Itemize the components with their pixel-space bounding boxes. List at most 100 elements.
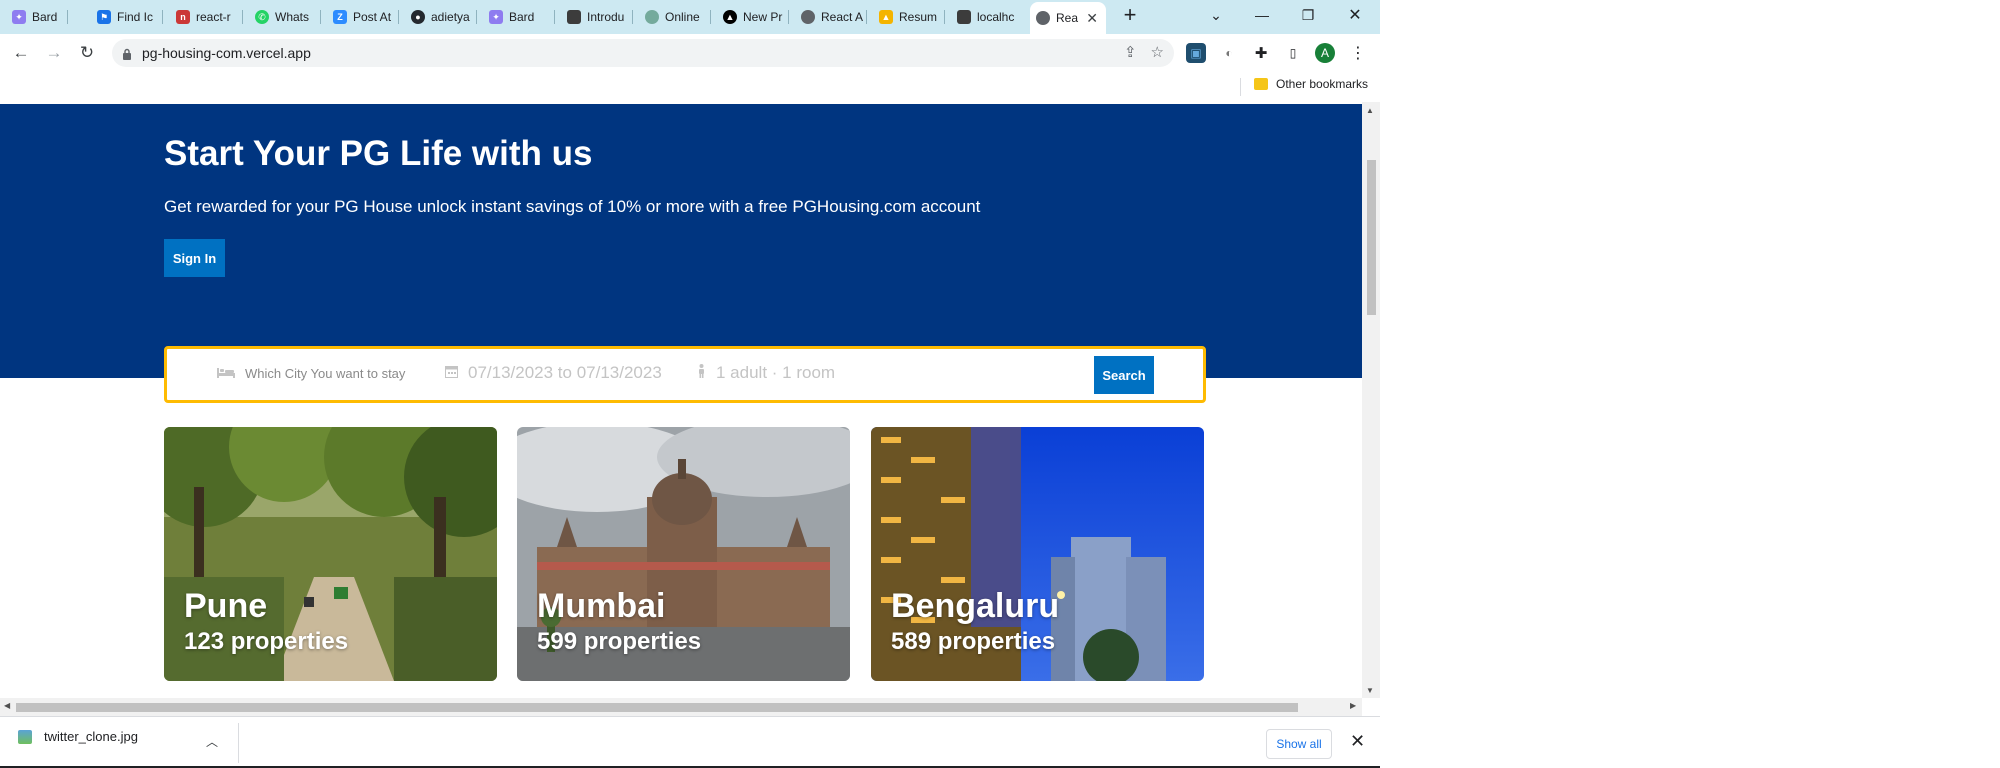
tab-resume[interactable]: ▲ Resum (873, 4, 945, 30)
scroll-down-icon[interactable]: ▼ (1366, 686, 1374, 695)
tab-online[interactable]: Online (639, 4, 711, 30)
extension-icon-2[interactable]: ◐ (1219, 43, 1239, 63)
calendar-icon (445, 365, 458, 382)
tab-label: React A (821, 10, 864, 24)
menu-kebab-icon[interactable]: ⋮ (1348, 43, 1368, 63)
globe-icon (801, 10, 815, 24)
folder-icon (1254, 78, 1268, 90)
chevron-up-icon[interactable]: ︿ (206, 733, 218, 750)
hero-banner: Start Your PG Life with us Get rewarded … (0, 104, 1362, 378)
restore-button[interactable]: ❐ (1286, 0, 1330, 30)
scroll-up-icon[interactable]: ▲ (1366, 106, 1374, 115)
drive-icon: ▲ (879, 10, 893, 24)
other-bookmarks-label: Other bookmarks (1276, 77, 1369, 91)
tab-label: Introdu (587, 10, 625, 24)
download-item[interactable]: twitter_clone.jpg (18, 729, 138, 744)
sign-in-button[interactable]: Sign In (164, 239, 225, 277)
tab-introduction[interactable]: Introdu (561, 4, 633, 30)
bard-icon: ✦ (489, 10, 503, 24)
tab-label: react-r (196, 10, 231, 24)
tab-find-icons[interactable]: ⚑ Find Ic (91, 4, 163, 30)
close-download-bar-icon[interactable]: ✕ (1350, 731, 1365, 752)
github-icon: ● (411, 10, 425, 24)
share-icon[interactable]: ⇪ (1124, 43, 1137, 61)
tab-label: Bard (509, 10, 535, 24)
profile-avatar[interactable]: A (1315, 43, 1335, 63)
tab-label: Resum (899, 10, 938, 24)
tab-github[interactable]: ● adietya (405, 4, 477, 30)
browser-toolbar: ← → ↻ pg-housing-com.vercel.app ⇪ ☆ ▣ ◐ … (0, 34, 1380, 72)
tab-label: Bard (32, 10, 58, 24)
download-file-name: twitter_clone.jpg (44, 729, 138, 744)
guests-field[interactable]: 1 adult · 1 room (697, 363, 835, 383)
tab-label: Whats (275, 10, 310, 24)
bookmarks-bar: Other bookmarks (0, 72, 1380, 102)
puzzle-extensions-icon[interactable]: ✚ (1251, 43, 1271, 63)
vertical-scroll-thumb[interactable] (1367, 160, 1376, 315)
url-text: pg-housing-com.vercel.app (142, 45, 311, 61)
search-button[interactable]: Search (1094, 356, 1154, 394)
tab-label: localhc (977, 10, 1015, 24)
tab-new-project[interactable]: ▲ New Pr (717, 4, 789, 30)
close-window-button[interactable]: ✕ (1333, 0, 1377, 30)
city-name: Pune (184, 587, 268, 625)
whatsapp-icon: ✆ (255, 10, 269, 24)
new-tab-button[interactable]: + (1108, 0, 1152, 30)
tab-label: New Pr (743, 10, 783, 24)
tab-react-npm[interactable]: n react-r (170, 4, 243, 30)
tab-label: Online (665, 10, 700, 24)
city-input[interactable]: Which City You want to stay (245, 366, 405, 381)
tab-label: Find Ic (117, 10, 154, 24)
tab-label: Rea (1056, 11, 1079, 25)
download-bar: twitter_clone.jpg ︿ Show all ✕ (0, 716, 1380, 768)
lock-icon (122, 47, 132, 60)
horizontal-scrollbar[interactable]: ◀ ▶ (0, 698, 1362, 716)
other-bookmarks[interactable]: Other bookmarks (1254, 77, 1368, 91)
flag-icon: ⚑ (97, 10, 111, 24)
tab-whatsapp[interactable]: ✆ Whats (249, 4, 321, 30)
hero-title: Start Your PG Life with us (164, 134, 593, 173)
bookmarks-divider (1240, 78, 1241, 96)
extension-icon[interactable]: ▣ (1186, 43, 1206, 63)
city-card-mumbai[interactable]: Mumbai 599 properties (517, 427, 850, 681)
tab-react-app[interactable]: React A (795, 4, 867, 30)
horizontal-scroll-thumb[interactable] (16, 703, 1298, 712)
forward-icon[interactable]: → (44, 43, 64, 63)
tab-localhost[interactable]: localhc (951, 4, 1023, 30)
property-count: 123 properties (184, 628, 349, 655)
date-field[interactable]: 07/13/2023 to 07/13/2023 (445, 363, 662, 383)
city-cards: Pune 123 properties Mumbai 599 propertie… (164, 427, 1204, 681)
guests-text: 1 adult · 1 room (716, 363, 836, 382)
vertical-scrollbar[interactable]: ▲ ▼ (1362, 102, 1380, 698)
minimize-button[interactable]: — (1240, 0, 1284, 30)
scroll-left-icon[interactable]: ◀ (4, 701, 10, 710)
vercel-icon: ▲ (723, 10, 737, 24)
tab-active[interactable]: Rea ✕ (1030, 2, 1106, 34)
chatgpt-icon (645, 10, 659, 24)
show-all-button[interactable]: Show all (1266, 729, 1332, 759)
reload-icon[interactable]: ↻ (77, 43, 97, 63)
city-card-pune[interactable]: Pune 123 properties (164, 427, 497, 681)
address-bar[interactable]: pg-housing-com.vercel.app ⇪ ☆ (112, 39, 1174, 67)
bard-icon: ✦ (12, 10, 26, 24)
date-range-text: 07/13/2023 to 07/13/2023 (468, 363, 662, 382)
tab-search-icon[interactable]: ⌄ (1194, 0, 1238, 30)
tab-label: Post At (353, 10, 392, 24)
close-tab-icon[interactable]: ✕ (1086, 10, 1098, 27)
hero-subtitle: Get rewarded for your PG House unlock in… (164, 197, 981, 216)
scroll-right-icon[interactable]: ▶ (1350, 701, 1356, 710)
property-count: 599 properties (537, 628, 702, 655)
back-icon[interactable]: ← (11, 43, 31, 63)
image-file-icon (18, 729, 32, 744)
download-divider (238, 723, 239, 763)
city-field[interactable]: Which City You want to stay (217, 365, 405, 382)
site-icon (567, 10, 581, 24)
city-card-bengaluru[interactable]: Bengaluru 589 properties (871, 427, 1204, 681)
side-panel-icon[interactable]: ▯ (1283, 43, 1303, 63)
bookmark-star-icon[interactable]: ☆ (1151, 43, 1164, 61)
omnibox-actions: ⇪ ☆ (1124, 43, 1164, 61)
tab-bard[interactable]: ✦ Bard (6, 4, 68, 30)
tab-bard-2[interactable]: ✦ Bard (483, 4, 555, 30)
search-bar: Which City You want to stay 07/13/2023 t… (164, 346, 1206, 403)
tab-post-at[interactable]: Z Post At (327, 4, 399, 30)
